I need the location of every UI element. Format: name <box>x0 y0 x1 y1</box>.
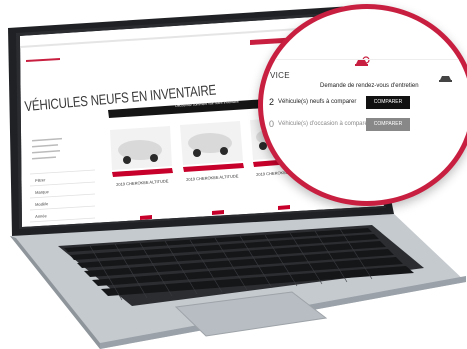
magnifier-zoom: VICE Demande de rendez-vous d'entretien … <box>258 4 467 206</box>
compare-count-used: 0 <box>269 119 275 129</box>
compare-count-new: 2 <box>269 97 275 107</box>
compare-row-new: 2 Véhicule(s) neufs à comparer COMPARER <box>269 96 459 112</box>
scene: VÉHICULES NEUFS EN INVENTAIRE Découvrez … <box>0 0 467 349</box>
filter-item-1[interactable]: Filtrer <box>35 177 46 183</box>
appointment-link[interactable]: Demande de rendez-vous d'entretien <box>320 83 419 89</box>
filter-item-2[interactable]: Marque <box>35 189 49 195</box>
compare-button-used[interactable]: COMPARER <box>366 118 410 131</box>
compare-button-new[interactable]: COMPARER <box>366 96 410 109</box>
filter-item-3[interactable]: Modèle <box>35 201 48 207</box>
service-label: VICE <box>270 71 290 80</box>
wrench-car-icon <box>354 55 370 67</box>
magnifier-divider <box>263 59 467 60</box>
filter-item-4[interactable]: Année <box>35 213 47 219</box>
compare-label-used: Véhicule(s) d'occasion à comparer <box>278 121 370 127</box>
car-service-icon <box>439 70 453 82</box>
compare-row-used: 0 Véhicule(s) d'occasion à comparer COMP… <box>269 118 459 134</box>
compare-label-new: Véhicule(s) neufs à comparer <box>278 99 357 105</box>
